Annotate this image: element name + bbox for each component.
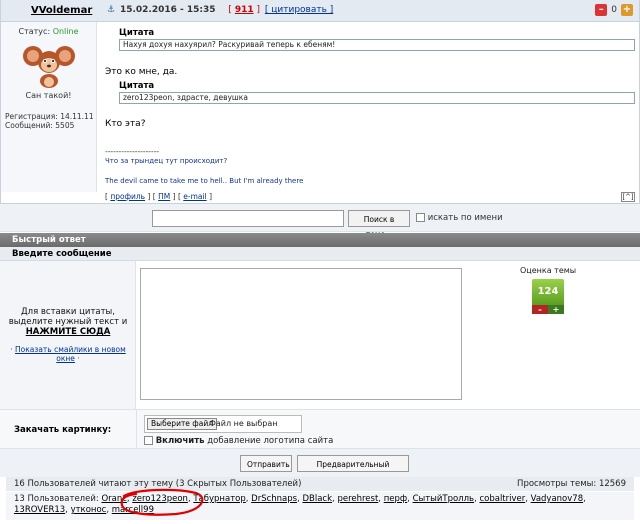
footer-sep-1: ] [ (147, 192, 156, 201)
choose-file-button[interactable]: Выберите файл (147, 418, 217, 430)
show-smilies-link[interactable]: Показать смайлики в новом окне (15, 345, 126, 363)
reply-text-2: Кто эта? (105, 119, 146, 129)
status-online: Online (52, 27, 79, 36)
logo-label: добавление логотипа сайта (207, 436, 334, 446)
file-input: Выберите файл Файл не выбран (144, 415, 302, 433)
quote-box-1: Нахуя дохуя нахуярил? Раскуривай теперь … (119, 39, 635, 51)
smilies-bullet-right: · (77, 354, 80, 363)
insert-hint-text: Для вставки цитаты, выделите нужный текс… (8, 307, 128, 327)
cite-link[interactable]: [ цитировать ] (265, 5, 333, 15)
rep-plus-icon[interactable]: + (621, 4, 633, 16)
post-number-close-bracket: ] (256, 5, 260, 15)
signature-line-1: Что за трындец тут происходит? (105, 157, 228, 165)
footer-bracket-close: ] (209, 192, 212, 201)
name-search-label: искать по имени (427, 213, 503, 223)
message-textarea[interactable] (140, 268, 462, 400)
logo-option: Включить добавление логотипа сайта (144, 436, 333, 446)
signature-line-2: The devil came to take me to hell.. But … (105, 177, 304, 185)
preview-button[interactable]: Предварительный просмотр (297, 455, 409, 484)
smilies-bullet-left: · (10, 345, 13, 354)
user-link[interactable]: cobaltriver (479, 494, 525, 504)
user-link[interactable]: marcell99 (112, 505, 154, 515)
registration-date: Регистрация: 14.11.11 (5, 112, 94, 121)
upload-label: Закачать картинку: (14, 425, 112, 435)
post-count: Сообщений: 5505 (5, 121, 75, 130)
search-in-topic-button[interactable]: Поиск в теме » (348, 210, 410, 239)
name-search-option: искать по имени (416, 213, 503, 223)
upload-row: Закачать картинку: Выберите файл Файл не… (0, 409, 640, 450)
footer-links: [ профиль ] [ ПМ ] [ e-mail ] (105, 192, 212, 201)
rating-buttons: – + (532, 305, 564, 314)
user-link[interactable]: DBlack (302, 494, 332, 504)
footer-sep-2: ] [ (172, 192, 181, 201)
topic-rating-value: 124 (532, 279, 564, 305)
post-body: Цитата Нахуя дохуя нахуярил? Раскуривай … (105, 22, 635, 192)
upload-divider (136, 410, 137, 450)
avatar (22, 42, 75, 88)
user-link[interactable]: перф (384, 494, 407, 504)
file-status: Файл не выбран (209, 419, 278, 428)
user-link[interactable]: Oranc (101, 494, 126, 504)
post-number-link[interactable]: 911 (235, 5, 254, 15)
logo-bold-label: Включить (155, 436, 205, 446)
quote-box-2: zero123peon, здрасте, девушка (119, 92, 635, 104)
post-number-open-bracket: [ (228, 5, 232, 15)
scroll-top-button[interactable]: [^] (621, 192, 635, 202)
author-sidebar: Статус: Online Сан такой! Регистрация: 1… (1, 22, 97, 192)
reply-text-1: Это ко мне, да. (105, 67, 178, 77)
footer-bracket-open: [ (105, 192, 108, 201)
users-prefix: 13 Пользователей: (14, 494, 99, 504)
submit-button[interactable]: Отправить (240, 455, 292, 472)
logo-checkbox[interactable] (144, 436, 153, 445)
quote-helper-panel: Для вставки цитаты, выделите нужный текс… (0, 261, 136, 409)
post-header: VVoldemar ⚓ 15.02.2016 - 15:35 [ 911 ] [… (1, 0, 639, 22)
user-link[interactable]: zero123peon (132, 494, 188, 504)
post-footer: [ профиль ] [ ПМ ] [ e-mail ] [^] (97, 192, 639, 204)
user-link[interactable]: Vadyanov78 (531, 494, 583, 504)
user-link[interactable]: perehrest (337, 494, 378, 504)
status-label: Статус: (18, 27, 51, 36)
post-date: 15.02.2016 - 15:35 (119, 5, 216, 15)
user-link[interactable]: 13ROVER13 (14, 505, 65, 515)
name-search-checkbox[interactable] (416, 213, 425, 222)
post-meta: ⚓ 15.02.2016 - 15:35 [ 911 ] [ цитироват… (107, 5, 333, 15)
users-list: 13 Пользователей: Oranc, zero123peon, Та… (6, 492, 634, 520)
reputation-box: – 0 + (595, 4, 633, 16)
search-row: Поиск в теме » искать по имени (0, 204, 640, 239)
profile-link[interactable]: профиль (110, 192, 145, 201)
smilies-line: · Показать смайлики в новом окне · (6, 345, 130, 363)
submit-row: Отправить Предварительный просмотр (0, 449, 640, 484)
quick-reply-header: Быстрый ответ (0, 233, 640, 247)
enter-message-heading: Введите сообщение (0, 247, 640, 261)
author-name-link[interactable]: VVoldemar (31, 5, 92, 16)
readers-count: 16 Пользователей читают эту тему (3 Скры… (14, 479, 302, 489)
signature-divider: -------------------- (105, 147, 160, 156)
anchor-icon[interactable]: ⚓ (107, 5, 115, 15)
forum-post: VVoldemar ⚓ 15.02.2016 - 15:35 [ 911 ] [… (0, 0, 640, 204)
search-input[interactable] (152, 210, 344, 227)
insert-quote-hint: Для вставки цитаты, выделите нужный текс… (6, 307, 130, 337)
rep-count: 0 (611, 5, 617, 15)
quote-title-1: Цитата (119, 28, 155, 38)
status-line: Статус: Online (1, 27, 96, 36)
users-links: Oranc, zero123peon, Табурнатор, DrSchnap… (14, 494, 586, 515)
rep-minus-icon[interactable]: – (595, 4, 608, 16)
user-link[interactable]: СытыйТролль (413, 494, 475, 504)
insert-quote-link[interactable]: НАЖМИТЕ СЮДА (26, 327, 111, 337)
registration-info: Регистрация: 14.11.11 Сообщений: 5505 (1, 112, 96, 130)
cheburashka-avatar-icon (22, 46, 75, 88)
quote-title-2: Цитата (119, 81, 155, 91)
user-link[interactable]: Табурнатор (193, 494, 245, 504)
topic-rating-title: Оценка темы (520, 266, 577, 275)
avatar-caption: Сан такой! (25, 91, 72, 100)
user-link[interactable]: DrSchnaps (251, 494, 297, 504)
email-link[interactable]: e-mail (183, 192, 206, 201)
pm-link[interactable]: ПМ (158, 192, 170, 201)
rate-minus-button[interactable]: – (532, 305, 548, 314)
readers-stats: 16 Пользователей читают эту тему (3 Скры… (6, 477, 634, 491)
rate-plus-button[interactable]: + (548, 305, 564, 314)
views-count: Просмотры темы: 12569 (517, 479, 626, 489)
user-link[interactable]: утконос (71, 505, 107, 515)
